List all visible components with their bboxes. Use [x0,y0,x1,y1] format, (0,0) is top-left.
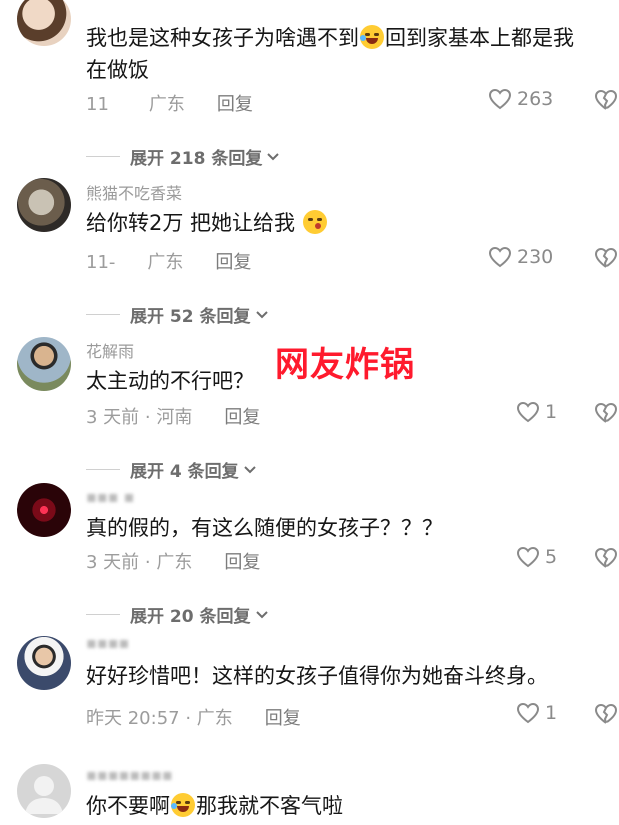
expand-replies-button[interactable]: 展开 20 条回复 [86,602,269,627]
username[interactable]: ▪▪▪ ▪ [86,487,134,506]
reply-button[interactable]: 回复 [215,252,251,273]
heart-icon [516,401,540,423]
dislike-icon[interactable] [594,702,618,726]
expand-replies-button[interactable]: 展开 4 条回复 [86,457,257,482]
comment-meta: 11- 广东 回复 [86,252,252,273]
like-button[interactable]: 1 [516,401,557,423]
like-count: 5 [545,546,558,568]
like-button[interactable]: 263 [488,88,553,110]
dislike-icon[interactable] [594,246,618,270]
like-count: 1 [545,401,558,423]
chevron-down-icon [255,310,268,318]
comment-text: 给你转2万 把她让给我 [86,207,586,239]
comment-text: 好好珍惜吧！这样的女孩子值得你为她奋斗终身。 [86,664,548,688]
like-button[interactable]: 230 [488,246,553,268]
chevron-down-icon [255,610,268,618]
avatar[interactable] [17,0,71,46]
like-button[interactable]: 1 [516,702,557,724]
username[interactable]: 熊猫不吃香菜 [86,180,182,204]
avatar[interactable] [17,337,71,391]
reply-button[interactable]: 回复 [265,708,301,729]
avatar[interactable] [17,483,71,537]
reply-button[interactable]: 回复 [224,407,260,428]
heart-icon [488,88,512,110]
like-count: 230 [517,246,554,268]
dislike-icon[interactable] [594,88,618,112]
dislike-icon[interactable] [594,546,618,570]
comment-meta: 11 广东 回复 [86,94,253,115]
chevron-down-icon [267,152,280,160]
dislike-icon[interactable] [594,401,618,425]
comment-meta: 昨天 20:57 · 广东 回复 [86,708,301,729]
comment-text: 我也是这种女孩子为啥遇不到 回到家基本上都是我在做饭 [86,25,574,82]
avatar[interactable] [17,636,71,690]
heart-icon [488,246,512,268]
watermark-text: 网友炸锅 [275,345,415,385]
expand-replies-button[interactable]: 展开 52 条回复 [86,302,269,327]
chevron-down-icon [243,465,256,473]
like-button[interactable]: 5 [516,546,557,568]
reply-button[interactable]: 回复 [217,94,253,115]
default-avatar-icon [25,776,63,814]
comment-text: 真的假的，有这么随便的女孩子？？？ [86,516,443,540]
comment-meta: 3 天前 · 广东 回复 [86,552,261,573]
expand-replies-button[interactable]: 展开 218 条回复 [86,144,280,169]
laughing-tears-emoji [360,25,384,49]
heart-icon [516,546,540,568]
laughing-tears-emoji [171,793,195,817]
comment-meta: 3 天前 · 河南 回复 [86,407,261,428]
username[interactable]: 花解雨 [86,338,134,362]
username[interactable]: ▪▪▪▪ [86,633,129,652]
like-count: 263 [517,88,554,110]
heart-icon [516,702,540,724]
comment-text: 你不要啊 那我就不客气啦 [86,793,343,818]
avatar[interactable] [17,764,71,818]
username[interactable]: ▪▪▪▪▪▪▪▪ [86,765,173,784]
reply-button[interactable]: 回复 [224,552,260,573]
avatar[interactable] [17,178,71,232]
kissing-emoji [302,210,327,234]
like-count: 1 [545,702,558,724]
